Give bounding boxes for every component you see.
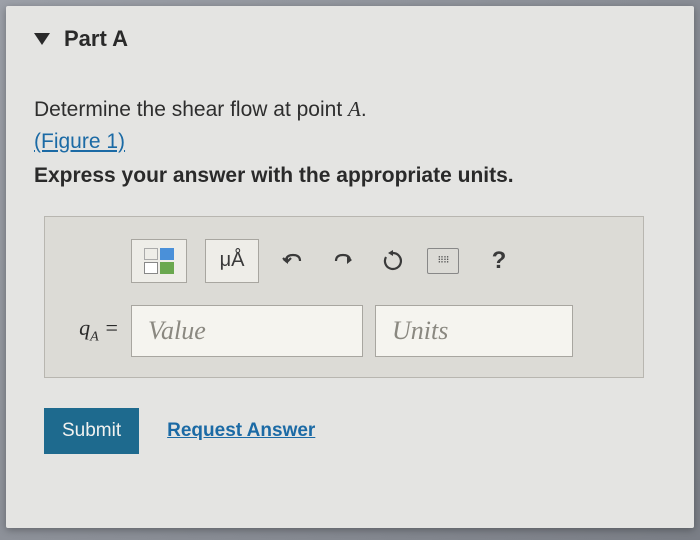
reset-icon (382, 250, 404, 272)
redo-icon (332, 252, 354, 270)
instruction-text: Express your answer with the appropriate… (34, 164, 666, 188)
value-placeholder: Value (148, 316, 206, 346)
redo-button[interactable] (327, 245, 359, 277)
templates-button[interactable] (131, 239, 187, 283)
keyboard-icon: ⠿⠿ (427, 248, 459, 274)
equation-toolbar: μÅ ⠿⠿ ? (131, 239, 621, 283)
symbols-label: μÅ (220, 249, 245, 272)
value-input[interactable]: Value (131, 305, 363, 357)
submit-button[interactable]: Submit (44, 408, 139, 454)
prompt-point: A (348, 97, 361, 121)
units-placeholder: Units (392, 316, 448, 346)
undo-icon (282, 252, 304, 270)
answer-input-row: qA = Value Units (67, 305, 621, 357)
undo-button[interactable] (277, 245, 309, 277)
help-button[interactable]: ? (483, 245, 515, 277)
request-answer-link[interactable]: Request Answer (167, 420, 315, 442)
question-panel: Part A Determine the shear flow at point… (6, 6, 694, 528)
question-prompt: Determine the shear flow at point A. (34, 94, 666, 126)
units-input[interactable]: Units (375, 305, 573, 357)
part-title: Part A (64, 26, 128, 52)
prompt-after: . (361, 98, 367, 121)
help-label: ? (492, 247, 507, 275)
prompt-before: Determine the shear flow at point (34, 98, 348, 121)
figure-link[interactable]: (Figure 1) (34, 130, 125, 154)
answer-box: μÅ ⠿⠿ ? qA = Value (44, 216, 644, 378)
variable-label: qA = (67, 315, 119, 345)
collapse-icon (34, 33, 50, 45)
part-header[interactable]: Part A (34, 26, 666, 52)
reset-button[interactable] (377, 245, 409, 277)
symbols-button[interactable]: μÅ (205, 239, 259, 283)
templates-icon (144, 248, 174, 274)
keyboard-button[interactable]: ⠿⠿ (427, 245, 459, 277)
submit-row: Submit Request Answer (44, 408, 666, 454)
